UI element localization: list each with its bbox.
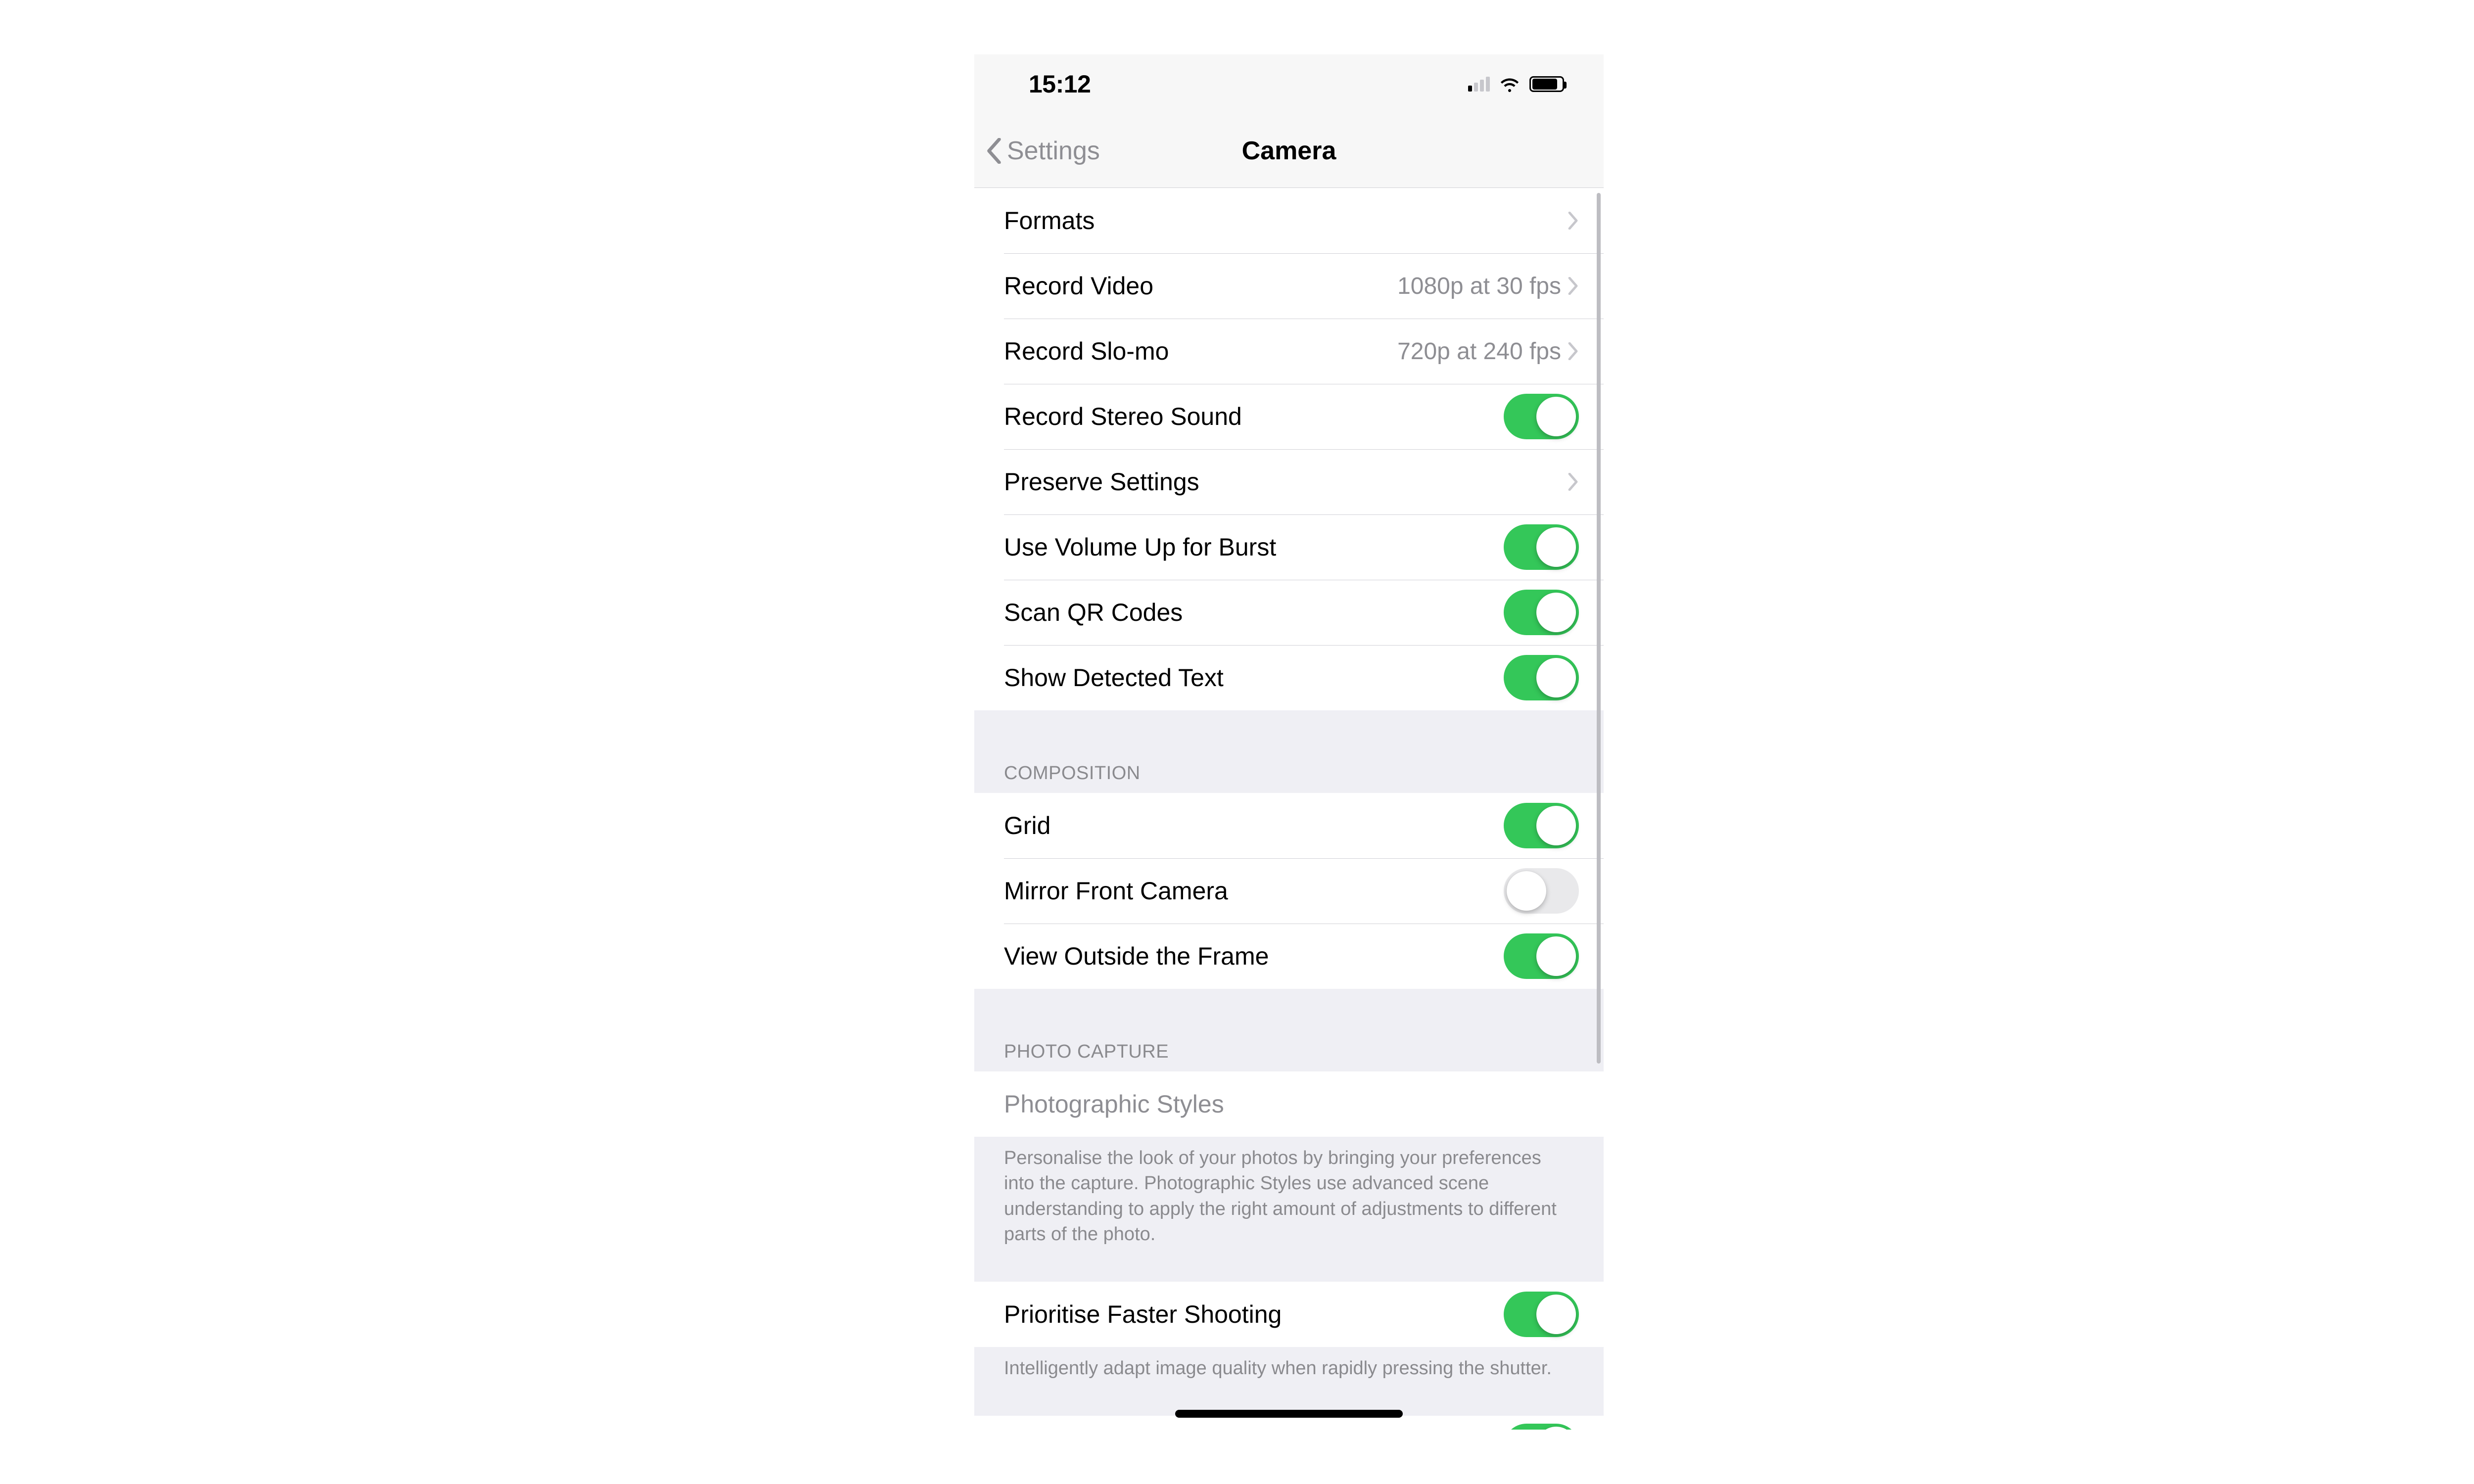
row-preserve-settings[interactable]: Preserve Settings: [974, 449, 1604, 514]
row-prioritise-faster-shooting: Prioritise Faster Shooting: [974, 1282, 1604, 1347]
footer-faster-shooting: Intelligently adapt image quality when r…: [974, 1347, 1604, 1381]
toggle-show-detected-text[interactable]: [1504, 655, 1579, 700]
chevron-right-icon: [1568, 277, 1579, 295]
row-label: Prioritise Faster Shooting: [1004, 1300, 1504, 1329]
chevron-right-icon: [1568, 473, 1579, 491]
row-record-slomo[interactable]: Record Slo-mo 720p at 240 fps: [974, 319, 1604, 384]
settings-content[interactable]: Formats Record Video 1080p at 30 fps: [974, 188, 1604, 1430]
row-label: Use Volume Up for Burst: [1004, 533, 1504, 561]
status-bar: 15:12: [974, 54, 1604, 114]
settings-group-photographic-styles: Photographic Styles: [974, 1071, 1604, 1137]
row-detail: 720p at 240 fps: [1397, 338, 1561, 365]
row-scan-qr-codes: Scan QR Codes: [974, 580, 1604, 645]
battery-icon: [1529, 76, 1564, 92]
row-label: View Outside the Frame: [1004, 942, 1504, 971]
toggle-volume-up-burst[interactable]: [1504, 524, 1579, 570]
toggle-partial[interactable]: [1504, 1424, 1579, 1430]
row-volume-up-burst: Use Volume Up for Burst: [974, 514, 1604, 580]
row-label: Show Detected Text: [1004, 663, 1504, 692]
row-partial: [974, 1416, 1604, 1430]
row-label: Grid: [1004, 811, 1504, 840]
row-show-detected-text: Show Detected Text: [974, 645, 1604, 710]
toggle-mirror-front-camera[interactable]: [1504, 868, 1579, 914]
settings-group-partial: [974, 1416, 1604, 1430]
row-view-outside-frame: View Outside the Frame: [974, 924, 1604, 989]
toggle-scan-qr-codes[interactable]: [1504, 590, 1579, 635]
row-mirror-front-camera: Mirror Front Camera: [974, 858, 1604, 924]
footer-photographic-styles: Personalise the look of your photos by b…: [974, 1137, 1604, 1247]
nav-back-label: Settings: [1007, 136, 1100, 166]
nav-bar: Settings Camera: [974, 114, 1604, 188]
row-detail: 1080p at 30 fps: [1397, 273, 1561, 300]
scroll-indicator[interactable]: [1597, 193, 1601, 1064]
toggle-record-stereo-sound[interactable]: [1504, 394, 1579, 439]
cell-signal-icon: [1468, 77, 1490, 92]
row-record-stereo-sound: Record Stereo Sound: [974, 384, 1604, 449]
settings-group-faster-shooting: Prioritise Faster Shooting: [974, 1282, 1604, 1347]
row-label: Formats: [1004, 206, 1568, 235]
row-label: Scan QR Codes: [1004, 598, 1504, 627]
chevron-right-icon: [1568, 342, 1579, 360]
toggle-prioritise-faster-shooting[interactable]: [1504, 1292, 1579, 1337]
section-header-photo-capture: PHOTO CAPTURE: [974, 989, 1604, 1071]
row-formats[interactable]: Formats: [974, 188, 1604, 253]
row-label: Record Video: [1004, 272, 1397, 300]
status-icons: [1468, 76, 1564, 92]
row-photographic-styles[interactable]: Photographic Styles: [974, 1071, 1604, 1137]
wifi-icon: [1499, 76, 1521, 92]
settings-group-general: Formats Record Video 1080p at 30 fps: [974, 188, 1604, 710]
settings-group-composition: Grid Mirror Front Camera View Outside th…: [974, 793, 1604, 989]
phone-screen: 15:12: [974, 54, 1604, 1430]
nav-back-button[interactable]: Settings: [974, 136, 1100, 166]
toggle-grid[interactable]: [1504, 803, 1579, 848]
row-label: Mirror Front Camera: [1004, 877, 1504, 905]
row-grid: Grid: [974, 793, 1604, 858]
row-label: Photographic Styles: [1004, 1090, 1579, 1118]
row-label: Record Slo-mo: [1004, 337, 1397, 366]
chevron-left-icon: [986, 138, 1002, 164]
row-label: Preserve Settings: [1004, 467, 1568, 496]
section-header-composition: COMPOSITION: [974, 710, 1604, 793]
row-record-video[interactable]: Record Video 1080p at 30 fps: [974, 253, 1604, 319]
home-indicator[interactable]: [1175, 1410, 1403, 1418]
status-time: 15:12: [1029, 70, 1091, 98]
toggle-view-outside-frame[interactable]: [1504, 933, 1579, 979]
chevron-right-icon: [1568, 212, 1579, 230]
row-label: Record Stereo Sound: [1004, 402, 1504, 431]
